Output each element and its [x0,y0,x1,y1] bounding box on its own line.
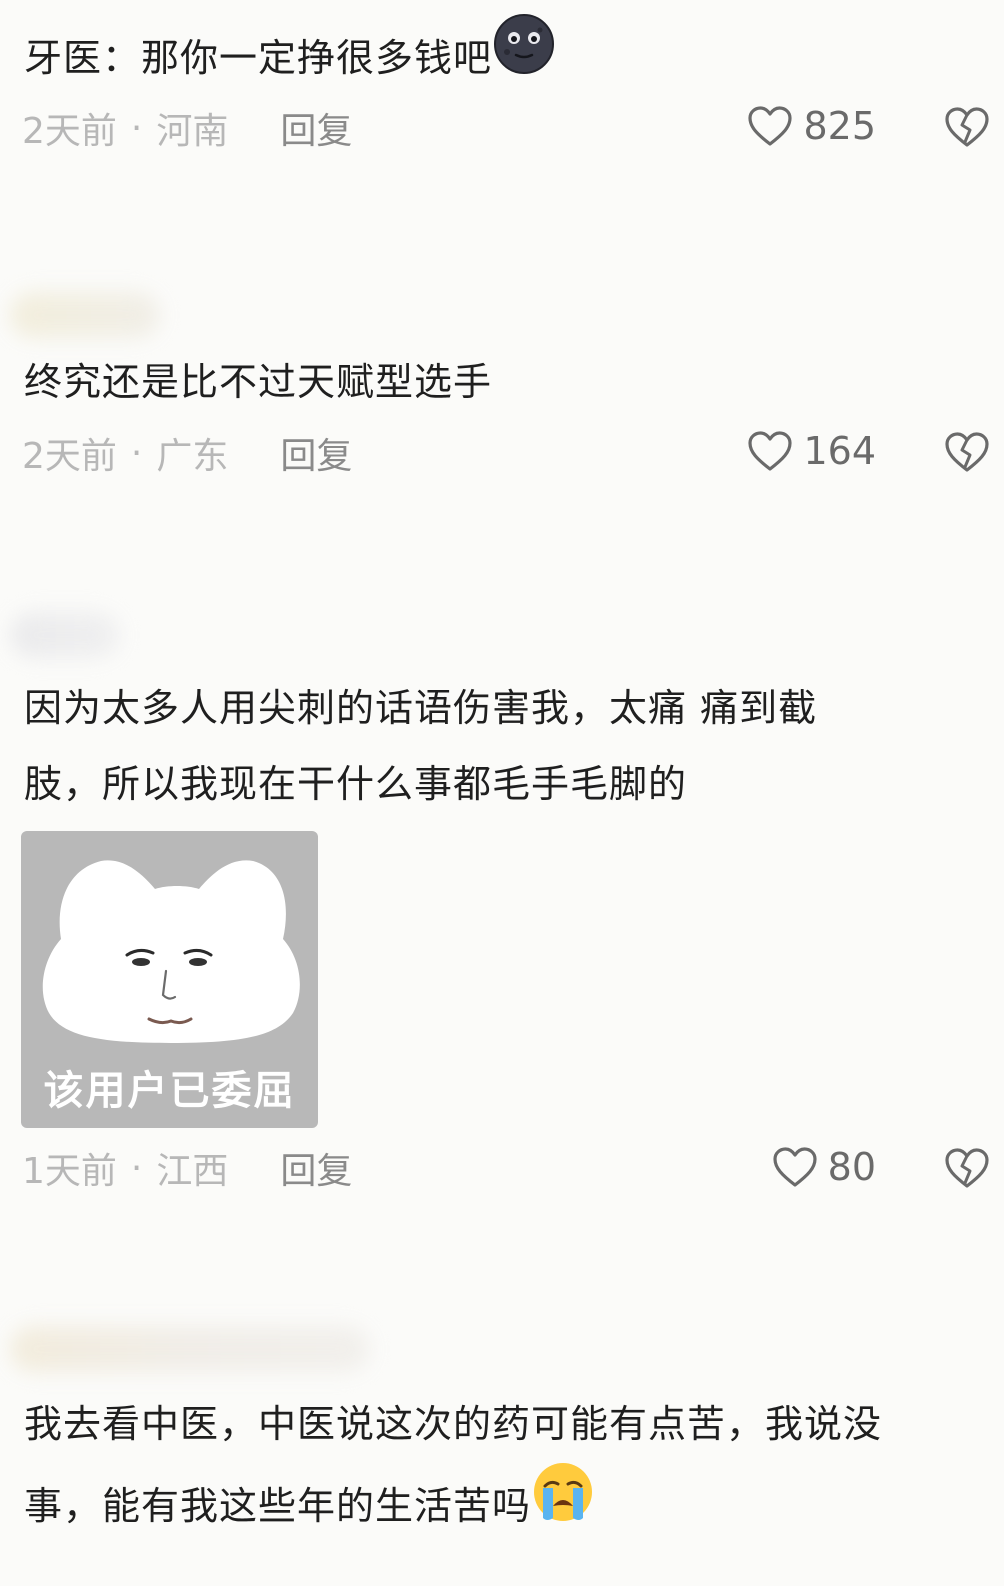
dislike-button[interactable] [944,106,990,152]
comment-time: 2天前 [22,111,117,152]
comment-time: 2天前 [22,436,117,477]
broken-heart-icon [945,432,989,472]
comment-text: 牙医：那你一定挣很多钱吧 [24,14,994,105]
dislike-button[interactable] [944,431,990,477]
comment-text-line-2: 事，能有我这些年的生活苦吗 [24,1463,994,1553]
like-button[interactable]: 825 [747,104,876,148]
heart-outline-icon [748,106,793,146]
comment-location: 江西 [156,1151,229,1192]
meta-separator: · [130,1147,143,1189]
like-count: 825 [803,104,876,148]
comment-text: 终究还是比不过天赋型选手 [24,360,493,404]
username-blurred [10,1326,370,1372]
heart-outline-icon [773,1147,817,1187]
reply-button[interactable]: 回复 [280,102,352,154]
comment-location: 河南 [156,111,229,152]
dark-moon-face-emoji-icon [492,12,556,101]
like-count: 80 [827,1145,876,1189]
loudly-crying-face-emoji-icon [531,1460,595,1549]
comment-time: 1天前 [22,1151,117,1192]
meta-separator: · [130,107,143,149]
broken-heart-icon [945,1148,989,1188]
dislike-button[interactable] [944,1147,990,1193]
username-blurred [10,292,160,338]
comment-meta: 2天前 · 河南 回复 [22,106,352,153]
like-button[interactable]: 80 [772,1145,876,1189]
comment-text-line-1: 因为太多人用尖刺的话语伤害我，太痛 痛到截 [24,686,818,730]
heart-outline-icon [748,431,793,471]
sticker-caption: 该用户已委屈 [43,1068,296,1114]
username-blurred [10,612,120,658]
meta-separator: · [130,432,143,474]
comment-location: 广东 [156,436,229,477]
reply-button[interactable]: 回复 [280,427,352,479]
like-count: 164 [803,429,876,473]
comment-text-line-2: 肢，所以我现在干什么事都毛手毛脚的 [24,762,688,806]
comment-text-line-1: 我去看中医，中医说这次的药可能有点苦，我说没 [24,1402,883,1446]
sticker-image[interactable]: 该用户已委屈 [21,831,318,1128]
broken-heart-icon [945,107,989,147]
comment-meta: 1天前 · 江西 回复 [22,1146,352,1193]
comment-meta: 2天前 · 广东 回复 [22,431,352,478]
like-button[interactable]: 164 [747,429,876,473]
reply-button[interactable]: 回复 [280,1142,352,1194]
